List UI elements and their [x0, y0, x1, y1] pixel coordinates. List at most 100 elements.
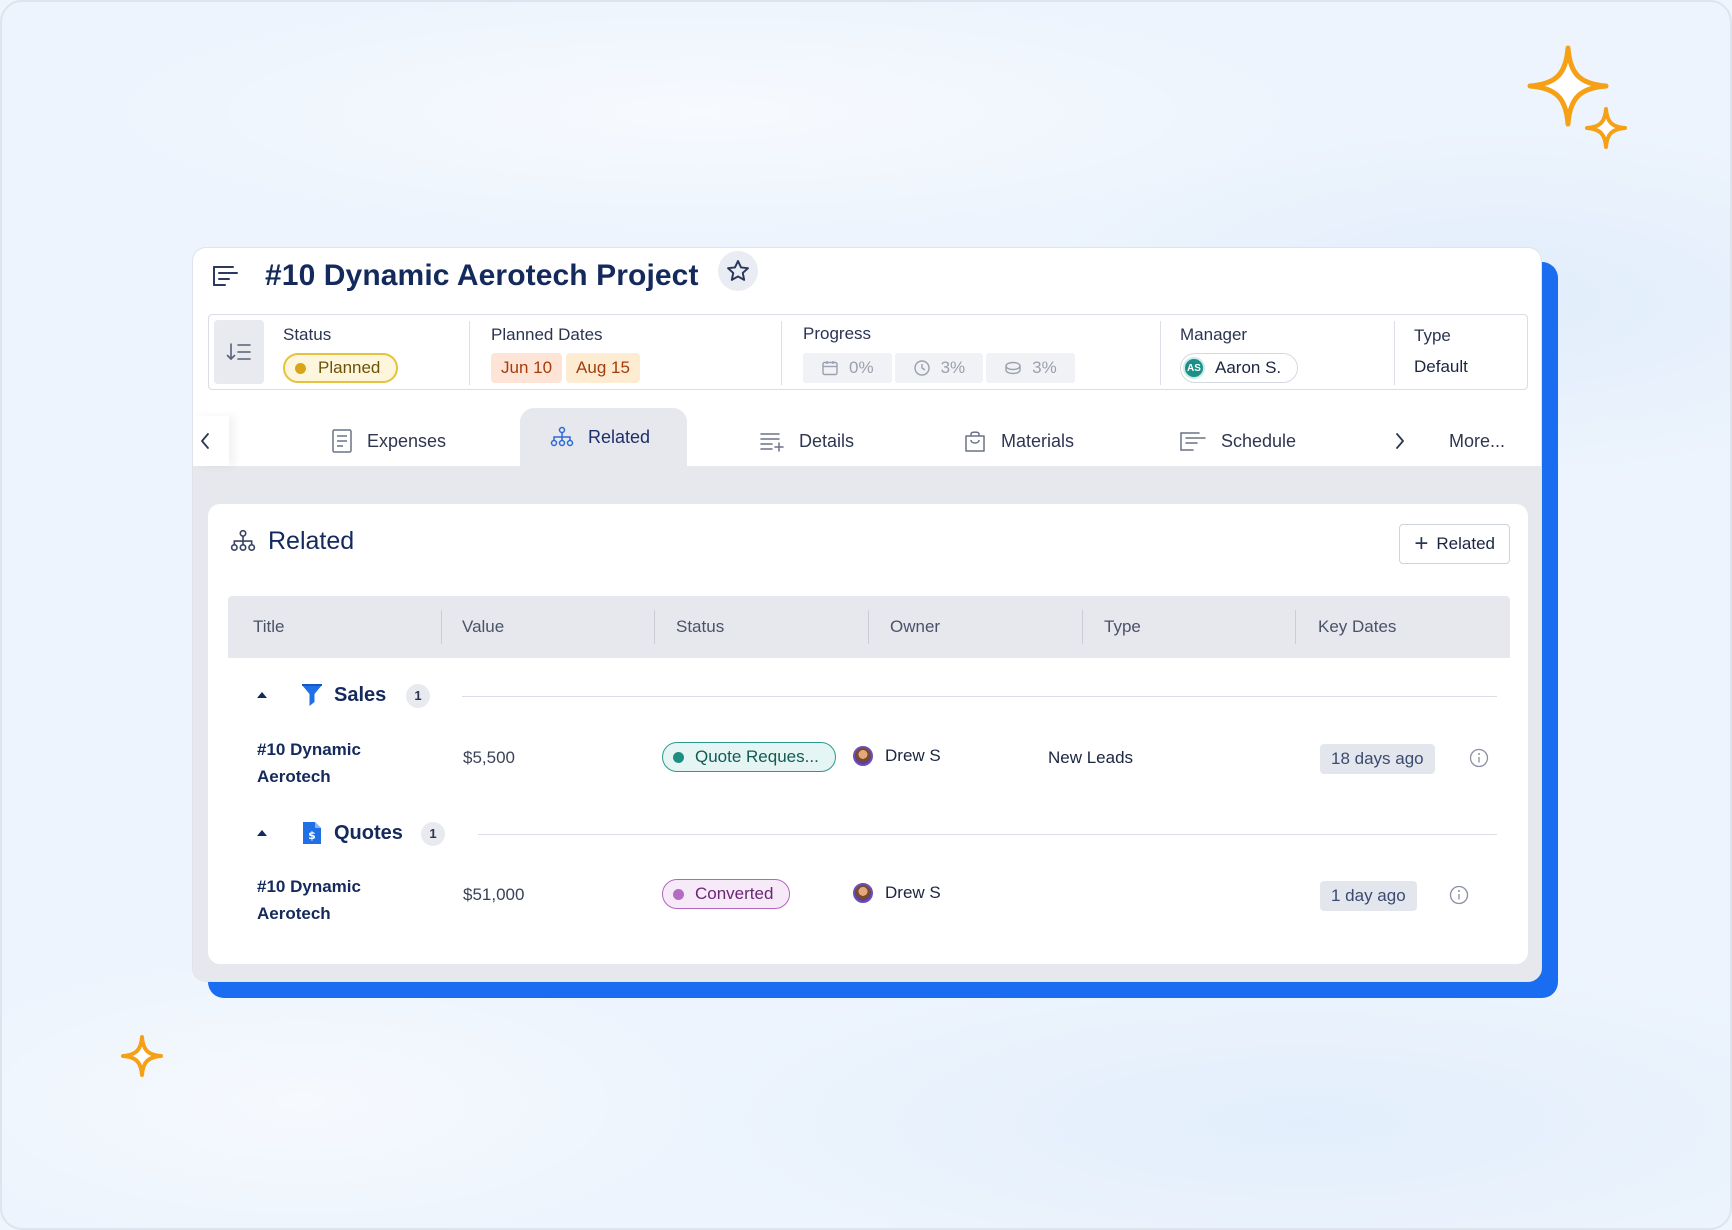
column-header-type[interactable]: Type	[1104, 596, 1141, 658]
project-card: #10 Dynamic Aerotech Project Status Plan…	[192, 247, 1542, 982]
tab-materials[interactable]: Materials	[963, 416, 1074, 466]
owner-avatar	[853, 746, 873, 766]
divider	[469, 321, 470, 385]
end-date-chip[interactable]: Aug 15	[566, 353, 640, 383]
table-row[interactable]: #10 Dynamic Aerotech $51,000 Converted Dr…	[228, 867, 1510, 927]
coins-icon	[1005, 361, 1021, 375]
row-owner[interactable]: Drew S	[853, 883, 941, 903]
start-date-chip[interactable]: Jun 10	[491, 353, 563, 383]
status-text: Converted	[695, 884, 774, 903]
chevron-right-icon[interactable]	[1393, 430, 1407, 452]
column-header-status[interactable]: Status	[676, 596, 724, 658]
group-count-badge: 1	[406, 684, 430, 708]
column-header-value[interactable]: Value	[462, 596, 504, 658]
status-dot	[673, 888, 684, 900]
tab-related[interactable]: Related	[520, 408, 687, 466]
row-title-line2: Aerotech	[257, 767, 331, 786]
page-title: #10 Dynamic Aerotech Project	[265, 259, 699, 292]
tab-details[interactable]: Details	[759, 416, 854, 466]
tab-scroll-left[interactable]	[193, 416, 229, 466]
caret-up-icon[interactable]	[256, 828, 268, 838]
row-key-date: 1 day ago	[1320, 881, 1417, 911]
tab-label: Related	[588, 426, 651, 447]
row-status[interactable]: Quote Reques...	[662, 742, 836, 772]
row-status[interactable]: Converted	[662, 879, 791, 909]
sort-button[interactable]	[214, 320, 264, 384]
group-header-quotes: $ Quotes 1	[228, 814, 1510, 854]
favorite-button[interactable]	[718, 251, 758, 291]
status-pill[interactable]: Planned	[283, 353, 399, 383]
bag-icon	[965, 431, 985, 452]
calendar-icon	[822, 361, 838, 376]
budget-progress-value: 3%	[1032, 358, 1057, 377]
info-icon[interactable]	[1469, 748, 1489, 768]
related-panel: Related + Related Title Value Status Own…	[208, 504, 1528, 964]
owner-name: Drew S	[885, 746, 941, 765]
manager-field: Manager AS Aaron S.	[1180, 315, 1380, 389]
schedule-progress-value: 0%	[849, 358, 874, 377]
quote-doc-icon: $	[303, 822, 321, 844]
divider	[1160, 321, 1161, 385]
progress-field: Progress 0% 3% 3%	[803, 315, 1163, 389]
row-value: $51,000	[463, 885, 525, 904]
progress-label: Progress	[803, 324, 872, 343]
list-add-icon	[760, 433, 784, 452]
row-title[interactable]: #10 Dynamic Aerotech	[257, 736, 387, 790]
project-summary-bar: Status Planned Planned Dates Jun 10 Aug 1…	[208, 314, 1528, 390]
type-value: Default	[1414, 357, 1468, 376]
hierarchy-icon	[230, 529, 256, 552]
group-name: Quotes	[334, 822, 403, 844]
status-text: Quote Reques...	[695, 747, 819, 766]
schedule-progress-chip: 0%	[803, 353, 892, 383]
gantt-icon	[1180, 432, 1206, 451]
type-field: Type Default	[1414, 315, 1524, 389]
clock-icon	[913, 360, 930, 376]
row-title[interactable]: #10 Dynamic Aerotech	[257, 873, 387, 927]
caret-up-icon[interactable]	[256, 690, 268, 700]
row-owner[interactable]: Drew S	[853, 746, 941, 766]
time-progress-value: 3%	[940, 358, 966, 377]
row-title-line2: Aerotech	[257, 904, 331, 923]
status-label: Status	[283, 325, 332, 344]
planned-dates-label: Planned Dates	[491, 325, 603, 344]
plus-icon: +	[1414, 530, 1429, 557]
divider	[1394, 321, 1395, 385]
manager-name: Aaron S.	[1215, 358, 1282, 377]
tab-label: Details	[799, 430, 855, 451]
column-divider	[1295, 610, 1296, 644]
add-related-label: Related	[1436, 534, 1495, 553]
column-divider	[1082, 610, 1083, 644]
panel-header: Related	[230, 524, 354, 558]
more-tabs-button[interactable]: More...	[1449, 416, 1505, 466]
divider	[781, 321, 782, 385]
group-divider	[462, 696, 1497, 697]
receipt-icon	[332, 429, 352, 453]
panel-title: Related	[268, 526, 355, 555]
info-icon[interactable]	[1449, 885, 1469, 905]
status-field: Status Planned	[283, 315, 453, 389]
status-value: Planned	[318, 358, 381, 377]
column-divider	[654, 610, 655, 644]
table-row[interactable]: #10 Dynamic Aerotech $5,500 Quote Reques.…	[228, 730, 1510, 790]
tab-expenses[interactable]: Expenses	[331, 416, 446, 466]
tab-schedule[interactable]: Schedule	[1179, 416, 1296, 466]
svg-text:$: $	[308, 829, 316, 842]
sparkle-bottom-icon	[121, 1035, 163, 1077]
budget-progress-chip: 3%	[986, 353, 1075, 383]
status-dot	[673, 751, 684, 763]
add-related-button[interactable]: + Related	[1399, 524, 1510, 564]
column-divider	[868, 610, 869, 644]
more-label: More...	[1449, 430, 1506, 451]
status-dot	[295, 362, 306, 374]
row-type: New Leads	[1048, 748, 1134, 767]
manager-pill[interactable]: AS Aaron S.	[1180, 353, 1299, 383]
row-title-line1: #10 Dynamic	[257, 740, 361, 759]
column-header-key-dates[interactable]: Key Dates	[1318, 596, 1396, 658]
group-count-badge: 1	[421, 822, 445, 846]
owner-avatar	[853, 883, 873, 903]
column-header-owner[interactable]: Owner	[890, 596, 940, 658]
column-header-title[interactable]: Title	[253, 596, 285, 658]
group-divider	[478, 834, 1497, 835]
row-value: $5,500	[463, 748, 515, 767]
manager-label: Manager	[1180, 325, 1248, 344]
